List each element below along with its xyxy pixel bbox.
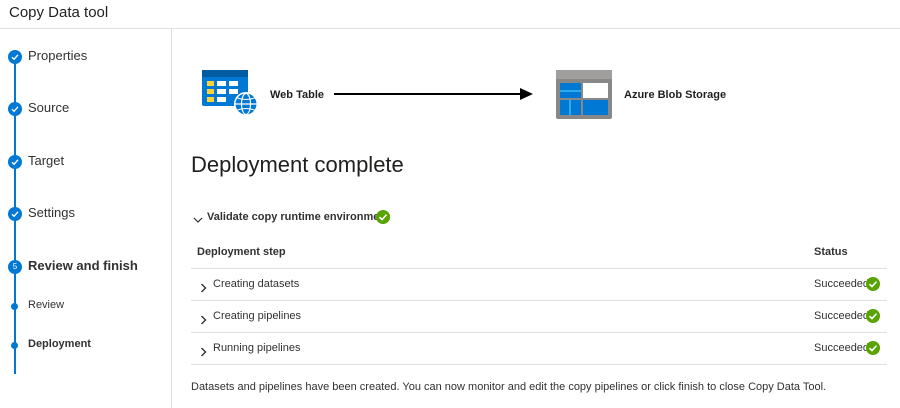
column-header-deployment-step: Deployment step: [197, 246, 286, 258]
page-title: Deployment complete: [191, 152, 404, 177]
success-check-icon: [866, 277, 880, 296]
status-text: Succeeded: [814, 342, 870, 354]
deployment-step-name: Running pipelines: [213, 342, 301, 354]
step-label: Properties: [28, 48, 88, 63]
completion-message: Datasets and pipelines have been created…: [191, 381, 827, 393]
flow-arrow-icon: [334, 87, 534, 105]
status-text: Succeeded: [814, 278, 870, 290]
chevron-down-icon: [193, 212, 203, 230]
substep-label: Review: [28, 299, 65, 311]
step-label: Source: [28, 100, 70, 115]
table-row[interactable]: Running pipelines Succeeded: [191, 333, 887, 365]
web-table-icon: [202, 70, 260, 123]
column-header-status: Status: [814, 246, 848, 258]
title-bar: Copy Data tool: [0, 0, 900, 29]
step-label: Target: [28, 153, 65, 168]
success-check-icon: [376, 210, 390, 229]
check-icon: [8, 50, 22, 64]
table-header: Deployment step Status: [191, 239, 887, 269]
table-row[interactable]: Creating datasets Succeeded: [191, 269, 887, 301]
check-icon: [8, 102, 22, 116]
success-check-icon: [866, 309, 880, 328]
chevron-right-icon[interactable]: [200, 280, 207, 298]
substep-dot-icon: [11, 342, 18, 349]
check-icon: [8, 207, 22, 221]
deployment-table: Deployment step Status Creating datasets…: [191, 239, 887, 365]
step-label: Review and finish: [28, 258, 138, 273]
app-title: Copy Data tool: [9, 4, 109, 21]
deployment-step-name: Creating datasets: [213, 278, 300, 290]
wizard-sidebar: Properties Source Target Settings 5 Revi…: [0, 29, 172, 408]
target-label: Azure Blob Storage: [624, 89, 727, 101]
validate-label: Validate copy runtime environment: [207, 211, 390, 223]
status-text: Succeeded: [814, 310, 870, 322]
main-panel: Web Table Azure Blob Storage Deployment …: [172, 29, 900, 408]
substep-dot-icon: [11, 303, 18, 310]
substep-label: Deployment: [28, 338, 91, 350]
step-number-badge: 5: [8, 260, 22, 274]
step-label: Settings: [28, 205, 75, 220]
check-icon: [8, 155, 22, 169]
chevron-right-icon[interactable]: [200, 312, 207, 330]
deployment-step-name: Creating pipelines: [213, 310, 302, 322]
table-row[interactable]: Creating pipelines Succeeded: [191, 301, 887, 333]
success-check-icon: [866, 341, 880, 360]
source-label: Web Table: [270, 89, 324, 101]
chevron-right-icon[interactable]: [200, 344, 207, 362]
azure-blob-storage-icon: [556, 70, 614, 125]
